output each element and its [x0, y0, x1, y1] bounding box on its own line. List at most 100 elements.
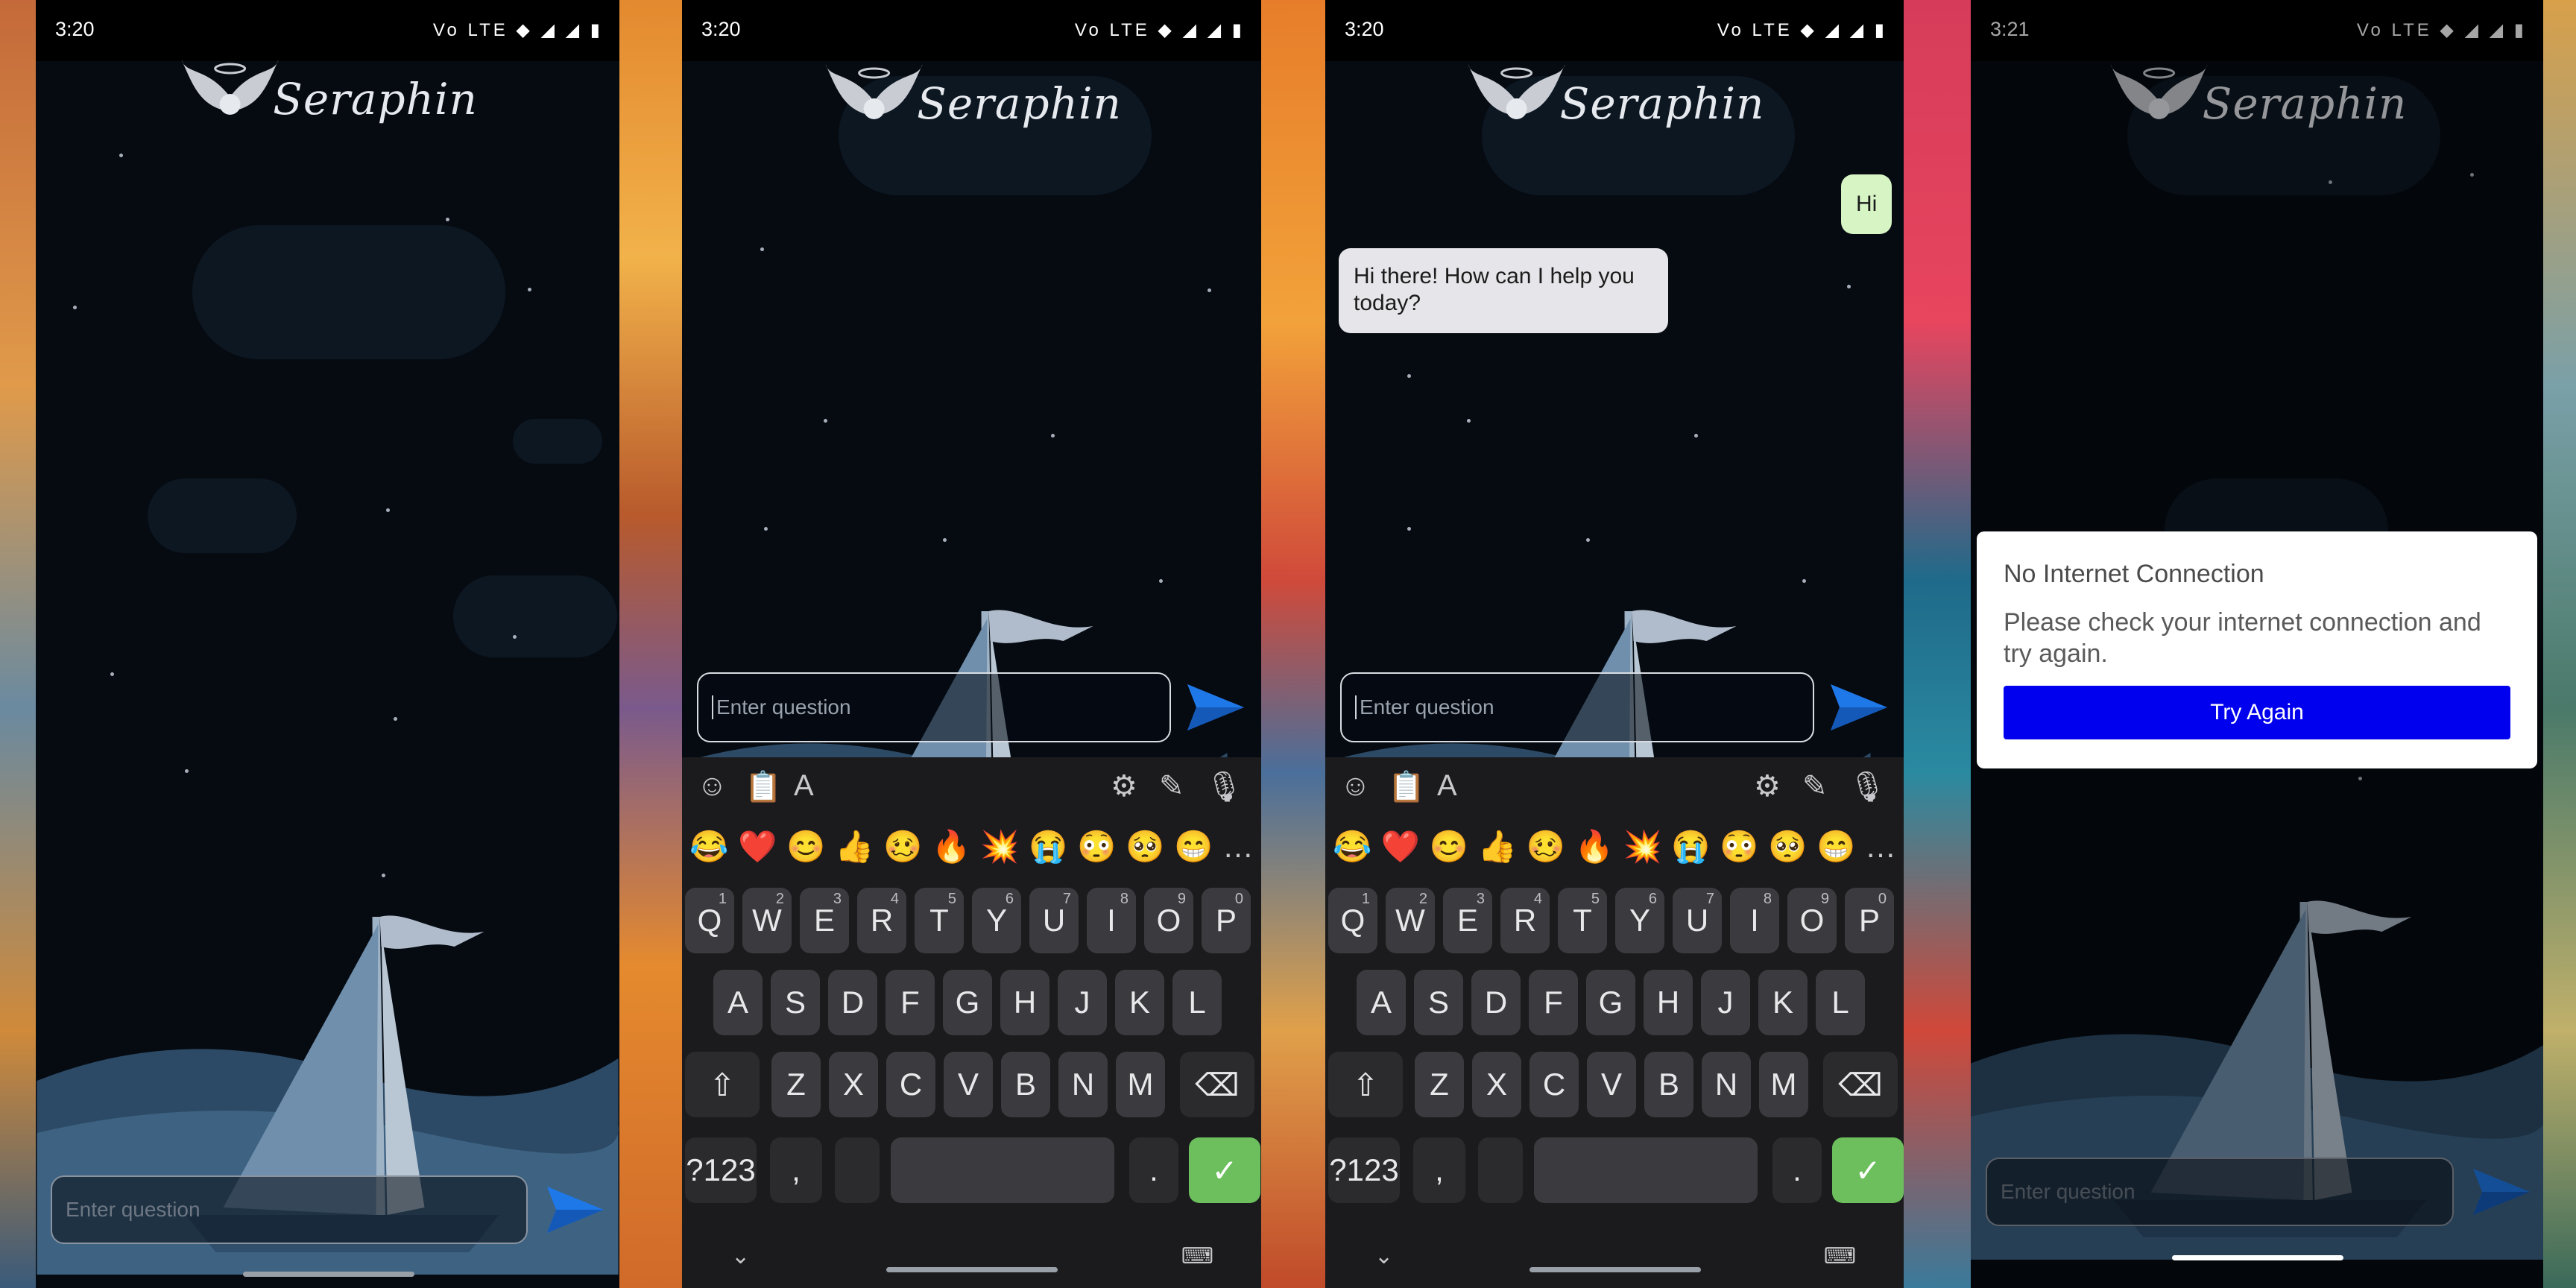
- key-j[interactable]: J: [1701, 970, 1750, 1035]
- more-emoji-button[interactable]: …: [1222, 829, 1254, 865]
- key-t[interactable]: T5: [1558, 888, 1607, 953]
- key-v[interactable]: V: [1587, 1052, 1636, 1117]
- enter-key[interactable]: ✓: [1189, 1137, 1260, 1203]
- emoji-switch-key[interactable]: [1478, 1137, 1523, 1203]
- key-z[interactable]: Z: [1415, 1052, 1464, 1117]
- key-r[interactable]: R4: [1500, 888, 1550, 953]
- key-p[interactable]: P0: [1202, 888, 1251, 953]
- emoji-key[interactable]: 😁: [1174, 829, 1213, 865]
- key-u[interactable]: U7: [1673, 888, 1722, 953]
- home-indicator[interactable]: [2172, 1255, 2343, 1260]
- emoji-key[interactable]: 😳: [1720, 829, 1758, 865]
- shift-key[interactable]: ⇧: [685, 1052, 760, 1117]
- shift-key[interactable]: ⇧: [1328, 1052, 1403, 1117]
- key-w[interactable]: W2: [742, 888, 792, 953]
- home-indicator[interactable]: [886, 1267, 1058, 1272]
- more-emoji-button[interactable]: …: [1865, 829, 1896, 865]
- key-e[interactable]: E3: [1443, 888, 1492, 953]
- question-input[interactable]: Enter question: [1340, 672, 1814, 742]
- key-j[interactable]: J: [1058, 970, 1107, 1035]
- symbols-key[interactable]: ?123: [1328, 1137, 1400, 1203]
- key-d[interactable]: D: [1471, 970, 1521, 1035]
- key-w[interactable]: W2: [1386, 888, 1435, 953]
- key-f[interactable]: F: [1529, 970, 1578, 1035]
- key-i[interactable]: I8: [1730, 888, 1779, 953]
- settings-icon[interactable]: ⚙: [1754, 769, 1781, 804]
- emoji-key[interactable]: 💥: [1623, 829, 1661, 865]
- emoji-key[interactable]: 🥺: [1126, 829, 1164, 865]
- key-b[interactable]: B: [1001, 1052, 1050, 1117]
- emoji-key[interactable]: 😭: [1671, 829, 1710, 865]
- keyboard-switch-icon[interactable]: ⌨: [1181, 1243, 1213, 1269]
- emoji-key[interactable]: 😊: [786, 829, 825, 865]
- period-key[interactable]: .: [1772, 1137, 1822, 1203]
- question-input[interactable]: Enter question: [697, 672, 1171, 742]
- key-q[interactable]: Q1: [685, 888, 734, 953]
- keyboard-switch-icon[interactable]: ⌨: [1824, 1243, 1856, 1269]
- home-indicator[interactable]: [1530, 1267, 1701, 1272]
- key-v[interactable]: V: [944, 1052, 993, 1117]
- key-o[interactable]: O9: [1144, 888, 1193, 953]
- key-l[interactable]: L: [1172, 970, 1222, 1035]
- emoji-key[interactable]: ❤️: [1381, 829, 1420, 865]
- key-y[interactable]: Y6: [972, 888, 1021, 953]
- microphone-icon[interactable]: 🎙: [1849, 769, 1887, 804]
- key-t[interactable]: T5: [915, 888, 964, 953]
- key-y[interactable]: Y6: [1615, 888, 1664, 953]
- emoji-key[interactable]: 🥺: [1768, 829, 1807, 865]
- enter-key[interactable]: ✓: [1832, 1137, 1904, 1203]
- emoji-key[interactable]: 😂: [689, 829, 728, 865]
- key-c[interactable]: C: [1530, 1052, 1579, 1117]
- emoji-switch-key[interactable]: [835, 1137, 880, 1203]
- emoji-key[interactable]: 👍: [1478, 829, 1517, 865]
- comma-key[interactable]: ,: [770, 1137, 822, 1203]
- emoji-key[interactable]: 😊: [1430, 829, 1468, 865]
- key-z[interactable]: Z: [771, 1052, 821, 1117]
- key-c[interactable]: C: [886, 1052, 935, 1117]
- pen-icon[interactable]: ✎: [1159, 769, 1184, 804]
- key-x[interactable]: X: [829, 1052, 878, 1117]
- key-r[interactable]: R4: [857, 888, 906, 953]
- key-d[interactable]: D: [828, 970, 877, 1035]
- key-g[interactable]: G: [1586, 970, 1635, 1035]
- microphone-icon[interactable]: 🎙: [1205, 769, 1243, 804]
- key-o[interactable]: O9: [1787, 888, 1837, 953]
- send-icon[interactable]: [1829, 681, 1889, 733]
- space-key[interactable]: [1534, 1137, 1758, 1203]
- key-q[interactable]: Q1: [1328, 888, 1377, 953]
- key-m[interactable]: M: [1116, 1052, 1165, 1117]
- key-p[interactable]: P0: [1845, 888, 1894, 953]
- key-f[interactable]: F: [886, 970, 935, 1035]
- key-n[interactable]: N: [1058, 1052, 1108, 1117]
- comma-key[interactable]: ,: [1413, 1137, 1465, 1203]
- send-icon[interactable]: [1186, 681, 1246, 733]
- key-l[interactable]: L: [1816, 970, 1865, 1035]
- key-n[interactable]: N: [1702, 1052, 1751, 1117]
- pen-icon[interactable]: ✎: [1802, 769, 1828, 804]
- home-indicator[interactable]: [243, 1272, 414, 1277]
- text-style-icon[interactable]: A: [794, 769, 814, 803]
- key-a[interactable]: A: [1357, 970, 1406, 1035]
- collapse-keyboard-icon[interactable]: ⌄: [731, 1243, 750, 1269]
- symbols-key[interactable]: ?123: [685, 1137, 757, 1203]
- clipboard-icon[interactable]: 📋: [745, 769, 782, 804]
- emoji-key[interactable]: 💥: [980, 829, 1019, 865]
- emoji-key[interactable]: 😂: [1333, 829, 1371, 865]
- sticker-icon[interactable]: ☺: [1340, 769, 1371, 803]
- settings-icon[interactable]: ⚙: [1111, 769, 1137, 804]
- key-s[interactable]: S: [1414, 970, 1463, 1035]
- emoji-key[interactable]: 👍: [835, 829, 874, 865]
- key-x[interactable]: X: [1472, 1052, 1521, 1117]
- space-key[interactable]: [891, 1137, 1114, 1203]
- send-icon[interactable]: [546, 1184, 605, 1236]
- sticker-icon[interactable]: ☺: [697, 769, 727, 803]
- emoji-key[interactable]: 🥴: [883, 829, 922, 865]
- key-e[interactable]: E3: [800, 888, 849, 953]
- emoji-key[interactable]: 😳: [1077, 829, 1116, 865]
- emoji-key[interactable]: 😁: [1816, 829, 1855, 865]
- key-s[interactable]: S: [771, 970, 820, 1035]
- key-h[interactable]: H: [1000, 970, 1049, 1035]
- emoji-key[interactable]: 🔥: [932, 829, 970, 865]
- emoji-key[interactable]: 🥴: [1527, 829, 1565, 865]
- emoji-key[interactable]: 😭: [1029, 829, 1067, 865]
